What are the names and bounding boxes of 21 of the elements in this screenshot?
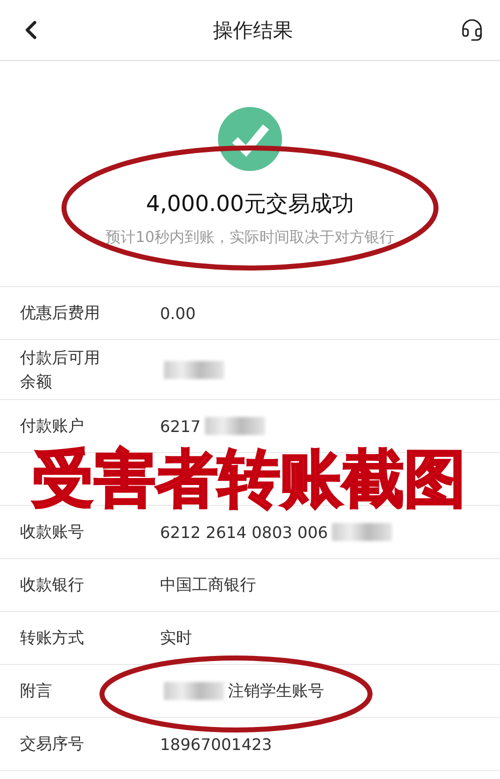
amount-status: 4,000.00元交易成功 — [146, 191, 354, 219]
arrival-note: 预计10秒内到账，实际时间取决于对方银行 — [105, 227, 395, 247]
row-label: 优惠后费用 — [20, 303, 100, 322]
row-label: 收款银行 — [20, 575, 84, 594]
row-label: 附言 — [20, 681, 52, 700]
row-value: 18967001423 — [160, 734, 272, 754]
row-label: 付款后可用余额 — [20, 348, 100, 390]
headset-icon[interactable] — [460, 18, 484, 42]
row-value: 中国工商银行 — [160, 574, 256, 596]
row-value: 6217 — [160, 416, 201, 436]
row-label: 转账方式 — [20, 628, 84, 648]
overlay-caption: 受害者转账截图 — [32, 446, 466, 512]
row-label: 收款账号 — [20, 522, 84, 542]
page-title: 操作结果 — [213, 16, 293, 44]
row-value: 0.00 — [160, 304, 196, 322]
row-label: 付款账户 — [20, 416, 84, 436]
row-value: 注销学生账号 — [228, 680, 324, 702]
row-label: 交易序号 — [20, 734, 84, 754]
row-value: 实时 — [160, 628, 192, 648]
success-check-icon — [218, 107, 282, 171]
row-value: 6212 2614 0803 006 — [160, 522, 328, 542]
